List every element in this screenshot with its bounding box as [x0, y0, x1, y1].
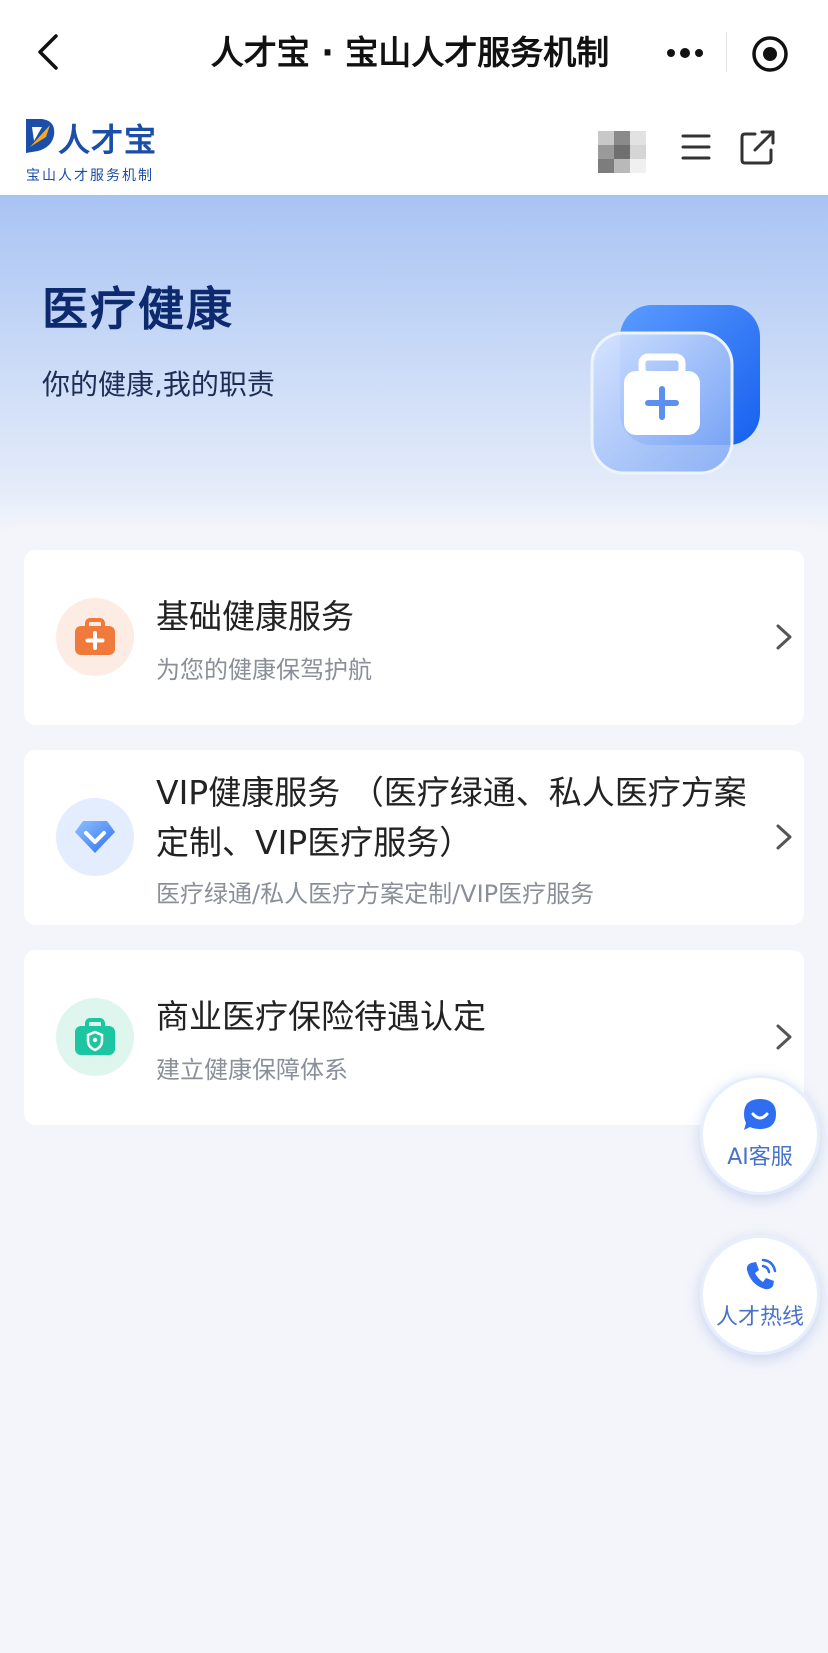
service-title: 商业医疗保险待遇认定	[156, 997, 486, 1036]
hamburger-menu-icon	[681, 134, 711, 160]
hotline-button[interactable]: 人才热线	[700, 1235, 820, 1355]
ai-service-button[interactable]: AI客服	[700, 1075, 820, 1195]
service-card-basic-health[interactable]: 基础健康服务 为您的健康保驾护航	[24, 550, 804, 725]
hotline-label: 人才热线	[715, 1305, 804, 1330]
insurance-briefcase-icon	[75, 1018, 115, 1055]
service-icon-wrap	[56, 598, 134, 676]
diamond-icon	[75, 821, 115, 853]
first-aid-kit-icon	[75, 618, 115, 655]
ai-service-label: AI客服	[727, 1145, 793, 1170]
avatar[interactable]	[598, 131, 660, 173]
chevron-right-icon	[776, 824, 792, 850]
back-button[interactable]	[28, 30, 68, 74]
target-close-icon	[752, 36, 788, 72]
service-description: 建立健康保障体系	[156, 1056, 348, 1084]
logo-subtitle: 宝山人才服务机制	[26, 168, 154, 184]
page-title: 医疗健康	[42, 282, 234, 336]
chevron-right-icon	[776, 624, 792, 650]
chat-bubble-icon	[744, 1099, 776, 1130]
service-card-vip-health[interactable]: VIP健康服务 （医疗绿通、私人医疗方案定制、VIP医疗服务） 医疗绿通/私人医…	[24, 750, 804, 925]
service-title: VIP健康服务 （医疗绿通、私人医疗方案定制、VIP医疗服务）	[156, 773, 747, 862]
page-subtitle: 你的健康,我的职责	[42, 368, 275, 401]
capsule-divider	[726, 32, 727, 72]
logo-mark-icon	[26, 119, 55, 153]
service-card-insurance[interactable]: 商业医疗保险待遇认定 建立健康保障体系	[24, 950, 804, 1125]
service-title: 基础健康服务	[156, 597, 354, 636]
window-title: 人才宝 · 宝山人才服务机制	[210, 33, 610, 72]
external-share-icon	[740, 130, 775, 165]
site-header: 人才宝 宝山人才服务机制	[0, 105, 828, 195]
service-description: 为您的健康保驾护航	[156, 656, 372, 684]
logo-text: 人才宝	[58, 121, 158, 159]
chevron-right-icon	[776, 1024, 792, 1050]
share-button[interactable]	[736, 125, 780, 169]
hero-banner: 医疗健康 你的健康,我的职责	[0, 195, 828, 535]
medical-kit-icon	[590, 305, 760, 475]
more-button[interactable]	[650, 28, 720, 78]
service-description: 医疗绿通/私人医疗方案定制/VIP医疗服务	[156, 880, 595, 908]
close-button[interactable]	[748, 32, 792, 76]
logo[interactable]: 人才宝 宝山人才服务机制	[24, 113, 174, 185]
more-dots-icon	[667, 48, 703, 58]
phone-call-icon	[746, 1258, 777, 1290]
menu-button[interactable]	[676, 127, 716, 167]
service-icon-wrap	[56, 998, 134, 1076]
title-bar: 人才宝 · 宝山人才服务机制	[0, 0, 828, 105]
service-icon-wrap	[56, 798, 134, 876]
back-arrow-icon	[38, 34, 58, 70]
